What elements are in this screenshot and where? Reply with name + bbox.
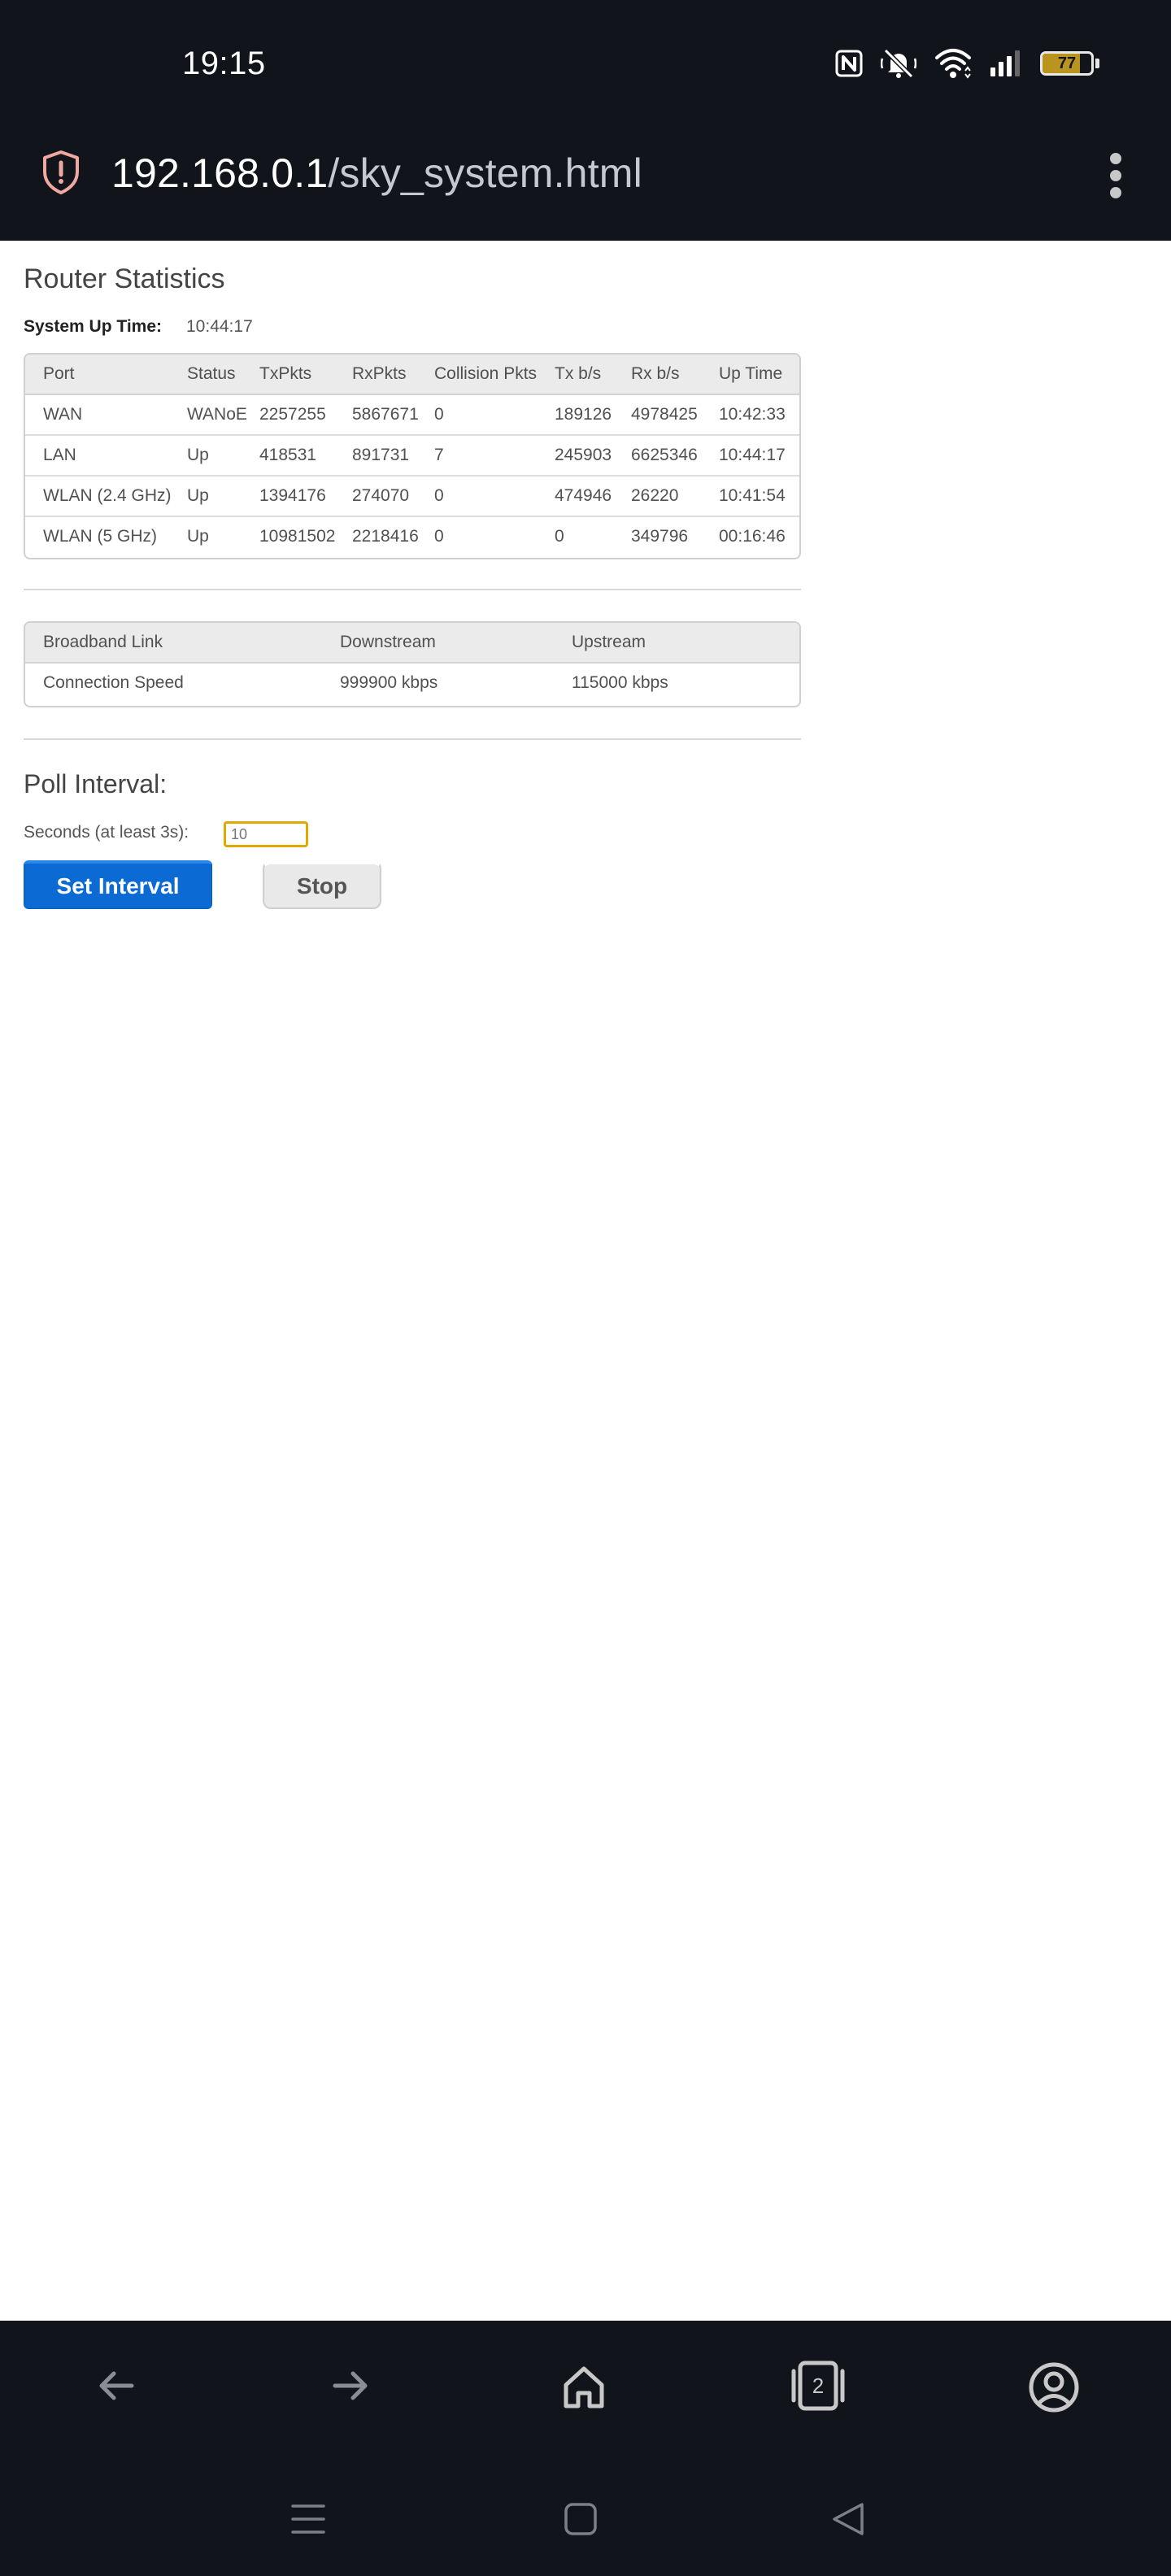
signal-icon [990,50,1022,77]
table-row: LAN Up 418531 891731 7 245903 6625346 10… [25,435,799,476]
table-cell: 5867671 [352,394,434,436]
status-icons: 77 [835,47,1099,80]
column-header: Port [25,355,187,395]
home-icon[interactable] [559,2363,608,2416]
uptime-value: 10:44:17 [186,317,253,336]
forward-arrow-icon[interactable] [327,2363,372,2413]
table-cell: 0 [434,476,555,517]
poll-seconds-input[interactable] [224,821,308,847]
table-cell: 189126 [555,394,631,436]
browser-bottom-nav: 2 [0,2319,1171,2462]
table-row: WLAN (2.4 GHz) Up 1394176 274070 0 47494… [25,476,799,517]
table-cell: 999900 kbps [340,673,438,692]
browser-url-bar: 192.168.0.1/sky_system.html [0,122,1171,242]
table-header-row: Port Status TxPkts RxPkts Collision Pkts… [25,355,799,395]
table-cell: 274070 [352,476,434,517]
column-header: Up Time [719,355,799,395]
wifi-icon [934,48,972,79]
table-cell: 1394176 [259,476,352,517]
shield-alert-icon[interactable] [41,150,81,199]
table-cell: 418531 [259,435,352,476]
bell-muted-icon [881,47,916,80]
url-path: /sky_system.html [328,150,642,196]
table-row: WAN WANoE 2257255 5867671 0 189126 49784… [25,394,799,436]
table-cell: Up [187,435,259,476]
section-divider [24,738,801,740]
router-stats-table: Port Status TxPkts RxPkts Collision Pkts… [24,353,801,559]
table-cell: Up [187,527,209,546]
status-bar: 19:15 77 [0,0,1171,122]
battery-icon: 77 [1040,51,1094,76]
table-cell: WANoE [187,394,259,436]
table-cell: 0 [555,527,564,546]
column-header: Tx b/s [555,355,631,395]
section-divider [24,589,801,590]
table-cell: 10:44:17 [719,435,799,476]
table-cell: 10:41:54 [719,476,799,517]
column-header: Downstream [340,623,572,664]
table-cell: 6625346 [631,435,719,476]
table-cell: 10981502 [259,527,336,546]
back-triangle-icon[interactable] [829,2501,867,2541]
table-cell: 349796 [631,527,689,546]
table-cell: Up [187,476,259,517]
table-cell: 00:16:46 [719,527,786,546]
poll-interval-title: Poll Interval: [24,769,168,798]
home-square-icon[interactable] [563,2501,599,2541]
table-cell: 7 [434,435,555,476]
recent-apps-icon[interactable] [289,2501,327,2541]
status-clock: 19:15 [182,46,266,81]
table-cell: 26220 [631,476,719,517]
page-title: Router Statistics [24,263,225,294]
system-nav-bar [0,2462,1171,2576]
table-cell: 4978425 [631,394,719,436]
table-cell: LAN [25,435,187,476]
table-cell: 891731 [352,435,434,476]
stop-button[interactable]: Stop [263,860,381,909]
broadband-link-table: Broadband Link Downstream Upstream Conne… [24,621,801,707]
column-header: Rx b/s [631,355,719,395]
table-cell: Connection Speed [43,673,184,692]
tabs-icon[interactable]: 2 [787,2360,849,2412]
table-row: Connection Speed 999900 kbps 115000 kbps [25,663,799,703]
column-header: TxPkts [259,355,352,395]
tab-count: 2 [812,2373,825,2398]
table-cell: 2218416 [352,527,419,546]
table-cell: WLAN (2.4 GHz) [25,476,187,517]
battery-tip [1095,59,1099,68]
table-cell: WAN [25,394,187,436]
kebab-menu-icon[interactable] [1106,151,1125,200]
battery-level: 77 [1057,54,1077,72]
table-row: WLAN (5 GHz) Up 10981502 2218416 0 0 349… [25,516,799,556]
table-cell: 0 [434,394,555,436]
seconds-label: Seconds (at least 3s): [24,823,189,842]
table-cell: WLAN (5 GHz) [43,527,158,546]
url-display[interactable]: 192.168.0.1/sky_system.html [111,150,642,197]
column-header: Broadband Link [25,623,340,664]
column-header: Upstream [572,623,799,664]
table-cell: 10:42:33 [719,394,799,436]
table-cell: 474946 [555,476,631,517]
table-cell: 115000 kbps [572,673,668,692]
table-cell: 0 [434,527,444,546]
url-host: 192.168.0.1 [111,150,329,196]
account-icon[interactable] [1028,2361,1080,2417]
column-header: RxPkts [352,355,434,395]
column-header: Collision Pkts [434,355,555,395]
table-header-row: Broadband Link Downstream Upstream [25,623,799,664]
table-cell: 2257255 [259,394,352,436]
set-interval-button[interactable]: Set Interval [24,860,212,909]
column-header: Status [187,355,259,395]
nfc-icon [835,50,863,77]
table-cell: 245903 [555,435,631,476]
uptime-label: System Up Time: [24,317,162,336]
back-arrow-icon[interactable] [94,2363,140,2413]
